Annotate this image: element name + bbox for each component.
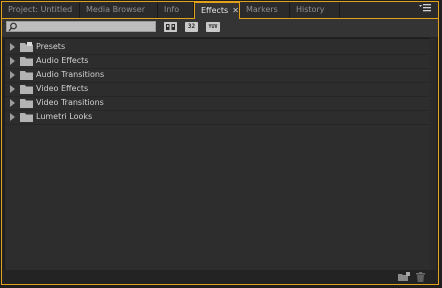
tab-label: Media Browser	[86, 5, 145, 14]
tree-item-label: Video Transitions	[36, 98, 104, 107]
tree-item-label: Audio Effects	[36, 56, 89, 65]
tree-item-lumetri-looks[interactable]: Lumetri Looks	[5, 110, 431, 125]
tree-item-audio-transitions[interactable]: Audio Transitions	[5, 68, 431, 83]
tab-media-browser[interactable]: Media Browser	[80, 2, 158, 18]
expand-arrow-icon[interactable]	[10, 57, 15, 65]
vertical-scrollbar[interactable]	[430, 38, 436, 271]
trash-icon[interactable]	[416, 272, 425, 282]
tab-label: Markers	[246, 5, 278, 14]
32bit-icon: 32	[187, 23, 196, 30]
folder-icon	[20, 85, 33, 94]
tab-project[interactable]: Project: Untitled	[2, 2, 80, 18]
tab-label: Project: Untitled	[8, 5, 73, 14]
tab-label: Effects	[201, 6, 229, 15]
tree-item-video-transitions[interactable]: Video Transitions	[5, 96, 431, 111]
expand-arrow-icon[interactable]	[10, 99, 15, 107]
tree-item-presets[interactable]: Presets	[5, 40, 431, 55]
new-custom-bin-icon[interactable]	[398, 272, 410, 282]
tree-item-label: Presets	[36, 42, 66, 51]
tree-item-label: Video Effects	[36, 84, 89, 93]
folder-icon	[20, 113, 33, 122]
tree-item-label: Lumetri Looks	[36, 112, 93, 121]
preset-folder-icon	[20, 42, 33, 52]
tree-item-label: Audio Transitions	[36, 70, 105, 79]
search-icon	[8, 22, 17, 32]
tree-item-video-effects[interactable]: Video Effects	[5, 82, 431, 97]
yuv-effects-button[interactable]: YUV	[206, 22, 220, 32]
tab-history[interactable]: History	[290, 2, 340, 18]
panel-tab-bar: Project: Untitled Media Browser Info Eff…	[2, 2, 438, 19]
folder-icon	[20, 99, 33, 108]
expand-arrow-icon[interactable]	[10, 113, 15, 121]
32bit-effects-button[interactable]: 32	[185, 22, 198, 32]
tab-label: Info	[164, 5, 180, 14]
expand-arrow-icon[interactable]	[10, 71, 15, 79]
tab-label: History	[296, 5, 325, 14]
panel-footer	[2, 270, 438, 284]
tab-markers[interactable]: Markers	[240, 2, 290, 18]
tree-item-audio-effects[interactable]: Audio Effects	[5, 54, 431, 69]
expand-arrow-icon[interactable]	[10, 85, 15, 93]
folder-icon	[20, 57, 33, 66]
accelerated-effects-button[interactable]	[164, 22, 177, 32]
close-icon[interactable]: ✕	[232, 6, 239, 15]
effects-toolbar: 32 YUV	[2, 19, 438, 37]
folder-icon	[20, 71, 33, 80]
search-input[interactable]	[6, 21, 156, 32]
tab-effects[interactable]: Effects ✕	[194, 2, 240, 19]
expand-arrow-icon[interactable]	[10, 43, 15, 51]
tab-info[interactable]: Info	[158, 2, 194, 18]
panel-menu-icon[interactable]	[418, 4, 432, 15]
effects-tree: Presets Audio Effects Audio Transitions …	[4, 38, 434, 273]
effects-panel: Project: Untitled Media Browser Info Eff…	[1, 1, 439, 285]
accelerated-effects-icon	[164, 22, 177, 32]
yuv-icon: YUV	[208, 24, 218, 30]
